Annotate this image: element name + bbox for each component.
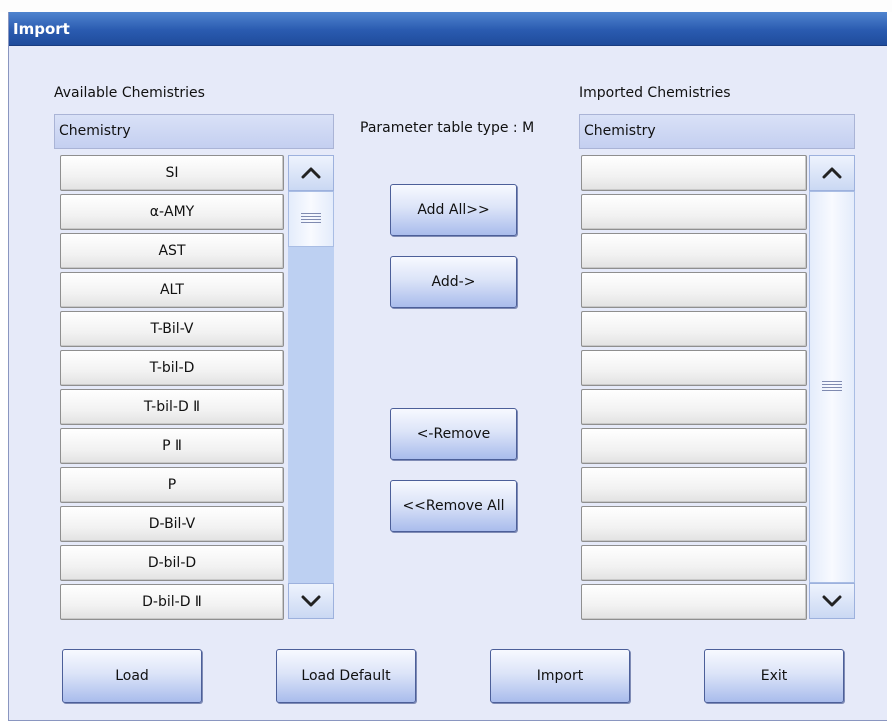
load-default-button[interactable]: Load Default — [276, 649, 416, 703]
imported-chemistries-label: Imported Chemistries — [579, 85, 731, 101]
add-button[interactable]: Add-> — [390, 256, 517, 308]
available-item[interactable]: ALT — [60, 272, 284, 308]
imported-item[interactable] — [581, 506, 807, 542]
imported-scroll-up-button[interactable] — [809, 155, 855, 191]
imported-item[interactable] — [581, 311, 807, 347]
available-scroll-up-button[interactable] — [288, 155, 334, 191]
available-item[interactable]: T-bil-D — [60, 350, 284, 386]
window-top-strip — [0, 0, 892, 12]
imported-item[interactable] — [581, 467, 807, 503]
add-all-button[interactable]: Add All>> — [390, 184, 517, 236]
remove-button[interactable]: <-Remove — [390, 408, 517, 460]
available-chemistries-label: Available Chemistries — [54, 85, 205, 101]
imported-item[interactable] — [581, 428, 807, 464]
imported-item[interactable] — [581, 155, 807, 191]
parameter-table-type: Parameter table type : M — [360, 120, 535, 136]
imported-scrollbar[interactable] — [809, 155, 855, 619]
chevron-up-icon — [301, 167, 321, 179]
grip-icon — [301, 213, 321, 225]
available-scroll-down-button[interactable] — [288, 583, 334, 619]
import-button[interactable]: Import — [490, 649, 630, 703]
load-button[interactable]: Load — [62, 649, 202, 703]
imported-item[interactable] — [581, 350, 807, 386]
available-item[interactable]: T-bil-D Ⅱ — [60, 389, 284, 425]
available-item[interactable]: D-bil-D — [60, 545, 284, 581]
chevron-down-icon — [301, 595, 321, 607]
dialog-title: Import — [13, 20, 70, 38]
imported-item[interactable] — [581, 545, 807, 581]
available-item[interactable]: D-Bil-V — [60, 506, 284, 542]
available-scroll-thumb[interactable] — [288, 191, 334, 247]
imported-item[interactable] — [581, 194, 807, 230]
available-scrollbar[interactable] — [288, 155, 334, 619]
chevron-up-icon — [822, 167, 842, 179]
imported-scroll-thumb[interactable] — [809, 191, 855, 583]
available-item[interactable]: T-Bil-V — [60, 311, 284, 347]
imported-item[interactable] — [581, 584, 807, 620]
available-item[interactable]: D-bil-D Ⅱ — [60, 584, 284, 620]
chevron-down-icon — [822, 595, 842, 607]
imported-item[interactable] — [581, 272, 807, 308]
dialog-title-bar: Import — [9, 12, 887, 46]
available-item[interactable]: P Ⅱ — [60, 428, 284, 464]
imported-scroll-down-button[interactable] — [809, 583, 855, 619]
import-dialog: Import Available Chemistries Chemistry S… — [8, 12, 887, 721]
imported-item[interactable] — [581, 389, 807, 425]
available-item[interactable]: α-AMY — [60, 194, 284, 230]
available-item[interactable]: P — [60, 467, 284, 503]
available-item[interactable]: SI — [60, 155, 284, 191]
imported-table-header: Chemistry — [579, 114, 855, 149]
available-item[interactable]: AST — [60, 233, 284, 269]
available-table-header: Chemistry — [54, 114, 334, 149]
imported-item[interactable] — [581, 233, 807, 269]
remove-all-button[interactable]: <<Remove All — [390, 480, 517, 532]
grip-icon — [822, 381, 842, 393]
exit-button[interactable]: Exit — [704, 649, 844, 703]
